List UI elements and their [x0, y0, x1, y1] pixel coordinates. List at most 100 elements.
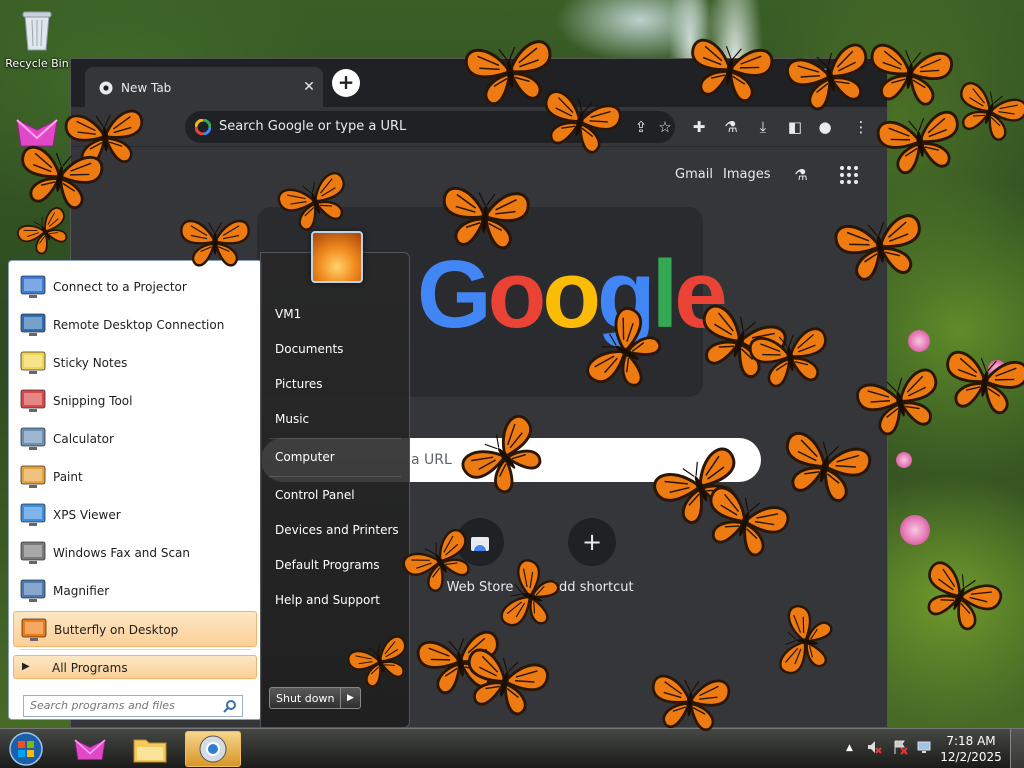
start-menu-item-label: Windows Fax and Scan	[53, 546, 191, 560]
menu-kebab-icon[interactable]: ⋮	[849, 115, 873, 139]
plus-icon: +	[568, 518, 616, 566]
start-menu-item-label: Paint	[53, 470, 83, 484]
taskbar-app-pink[interactable]	[62, 731, 118, 767]
start-menu-item[interactable]: Connect to a Projector	[13, 269, 257, 305]
start-menu-item[interactable]: Paint	[13, 459, 257, 495]
google-apps-grid-icon[interactable]	[839, 165, 859, 185]
magnifier-icon	[17, 575, 49, 607]
profile-icon[interactable]: ●	[813, 115, 837, 139]
volume-muted-icon[interactable]	[866, 739, 882, 755]
start-menu-link[interactable]: Music	[275, 412, 309, 426]
paint-icon	[17, 461, 49, 493]
address-bar[interactable]: Search Google or type a URL ⇪ ☆	[185, 111, 675, 143]
all-programs-label: All Programs	[52, 661, 128, 675]
shortcut-web-store[interactable]: Web Store	[435, 518, 525, 595]
google-logo: Google	[417, 247, 728, 343]
desktop-icon-label: Recycle Bin	[5, 57, 69, 70]
side-panel-icon[interactable]: ◧	[783, 115, 807, 139]
desktop-icon-recycle-bin[interactable]: Recycle Bin	[4, 8, 70, 70]
start-menu-link[interactable]: Documents	[275, 342, 343, 356]
start-menu-item[interactable]: Remote Desktop Connection	[13, 307, 257, 343]
start-menu-item-label: Calculator	[53, 432, 114, 446]
start-menu-link[interactable]: Control Panel	[275, 488, 355, 502]
start-menu-link[interactable]: Default Programs	[275, 558, 380, 572]
pink-app-icon	[16, 119, 58, 147]
remote-desktop-icon	[17, 309, 49, 341]
tab-close-icon[interactable]: ✕	[299, 77, 319, 97]
labs-flask-icon[interactable]: ⚗	[789, 163, 813, 187]
start-menu-link[interactable]: Help and Support	[275, 593, 380, 607]
start-menu-places-pane: VM1 Documents Pictures Music Computer Control…	[260, 231, 410, 728]
sticky-notes-icon	[17, 347, 49, 379]
address-bar-placeholder: Search Google or type a URL	[219, 119, 407, 134]
ntp-search-placeholder: a URL	[411, 452, 452, 468]
fax-scan-icon	[17, 537, 49, 569]
taskbar-clock[interactable]: 7:18 AM 12/2/2025	[940, 733, 1002, 765]
gmail-link[interactable]: Gmail	[675, 167, 713, 182]
start-menu-item[interactable]: Calculator	[13, 421, 257, 457]
logo-letter: e	[674, 241, 727, 348]
start-menu-link[interactable]: VM1	[275, 307, 301, 321]
show-desktop-button[interactable]	[1010, 729, 1024, 768]
taskbar-app-chrome[interactable]	[185, 731, 241, 767]
desktop-icon-label: F	[33, 157, 41, 170]
desktop-icon-pink-app[interactable]: F	[4, 112, 70, 170]
shutdown-button[interactable]: Shut down ▶	[269, 687, 361, 709]
download-icon[interactable]: ⤓	[751, 115, 775, 139]
shortcut-add[interactable]: + Add shortcut	[547, 518, 637, 595]
start-menu-item-label: Remote Desktop Connection	[53, 318, 225, 332]
start-menu-item[interactable]: Windows Fax and Scan	[13, 535, 257, 571]
logo-letter: l	[651, 241, 679, 348]
start-menu-item[interactable]: XPS Viewer	[13, 497, 257, 533]
minimize-icon[interactable]: —	[783, 59, 809, 83]
separator	[269, 476, 401, 477]
start-menu-item[interactable]: Butterfly on Desktop	[13, 611, 257, 647]
start-menu-item-label: Snipping Tool	[53, 394, 133, 408]
start-orb-icon[interactable]	[6, 731, 46, 767]
start-menu-item[interactable]: Sticky Notes	[13, 345, 257, 381]
start-menu-item-label: Sticky Notes	[53, 356, 128, 370]
start-menu-item-label: XPS Viewer	[53, 508, 121, 522]
chrome-icon	[199, 735, 227, 763]
images-link[interactable]: Images	[723, 167, 771, 182]
clock-date: 12/2/2025	[940, 750, 1002, 764]
recycle-bin-icon	[22, 11, 52, 51]
logo-letter: G	[417, 241, 492, 348]
action-center-flag-icon[interactable]	[892, 739, 908, 755]
show-hidden-icons-icon[interactable]: ▲	[846, 743, 853, 753]
flower	[988, 360, 1006, 378]
logo-letter: g	[596, 241, 656, 348]
arrow-right-icon: ▶	[22, 661, 30, 672]
google-g-icon	[195, 119, 211, 135]
flower	[896, 452, 912, 468]
new-tab-button[interactable]: +	[332, 69, 360, 97]
share-icon[interactable]: ⇪	[629, 115, 653, 139]
explorer-folder-icon	[133, 739, 167, 763]
start-menu-link[interactable]: Computer	[275, 450, 335, 464]
start-menu-link[interactable]: Devices and Printers	[275, 523, 399, 537]
butterfly-icon	[18, 614, 50, 646]
separator	[269, 438, 401, 439]
network-icon[interactable]	[916, 739, 932, 755]
shutdown-options-icon[interactable]: ▶	[340, 688, 360, 708]
start-menu-link[interactable]: Pictures	[275, 377, 323, 391]
bookmark-star-icon[interactable]: ☆	[653, 115, 677, 139]
taskbar-app-explorer[interactable]	[122, 731, 178, 767]
tab-new-tab[interactable]: New Tab ✕	[85, 67, 323, 107]
projector-icon	[17, 271, 49, 303]
start-menu-item[interactable]: Magnifier	[13, 573, 257, 609]
start-menu-item-label: Butterfly on Desktop	[54, 623, 179, 637]
start-menu-item[interactable]: Snipping Tool	[13, 383, 257, 419]
start-menu-item-label: Connect to a Projector	[53, 280, 187, 294]
start-search-placeholder: Search programs and files	[30, 699, 175, 712]
start-search-input[interactable]: Search programs and files	[23, 695, 243, 717]
shortcut-label: Add shortcut	[550, 580, 634, 595]
pink-app-icon	[74, 739, 106, 760]
user-picture[interactable]	[311, 231, 363, 283]
browser-toolbar: Search Google or type a URL ⇪ ☆ ✚ ⚗ ⤓ ◧ …	[71, 107, 887, 147]
labs-flask-icon[interactable]: ⚗	[719, 115, 743, 139]
logo-letter: o	[487, 241, 547, 348]
maximize-icon[interactable]: ▭	[811, 59, 837, 83]
all-programs-button[interactable]: ▶ All Programs	[13, 655, 257, 679]
extensions-icon[interactable]: ✚	[687, 115, 711, 139]
